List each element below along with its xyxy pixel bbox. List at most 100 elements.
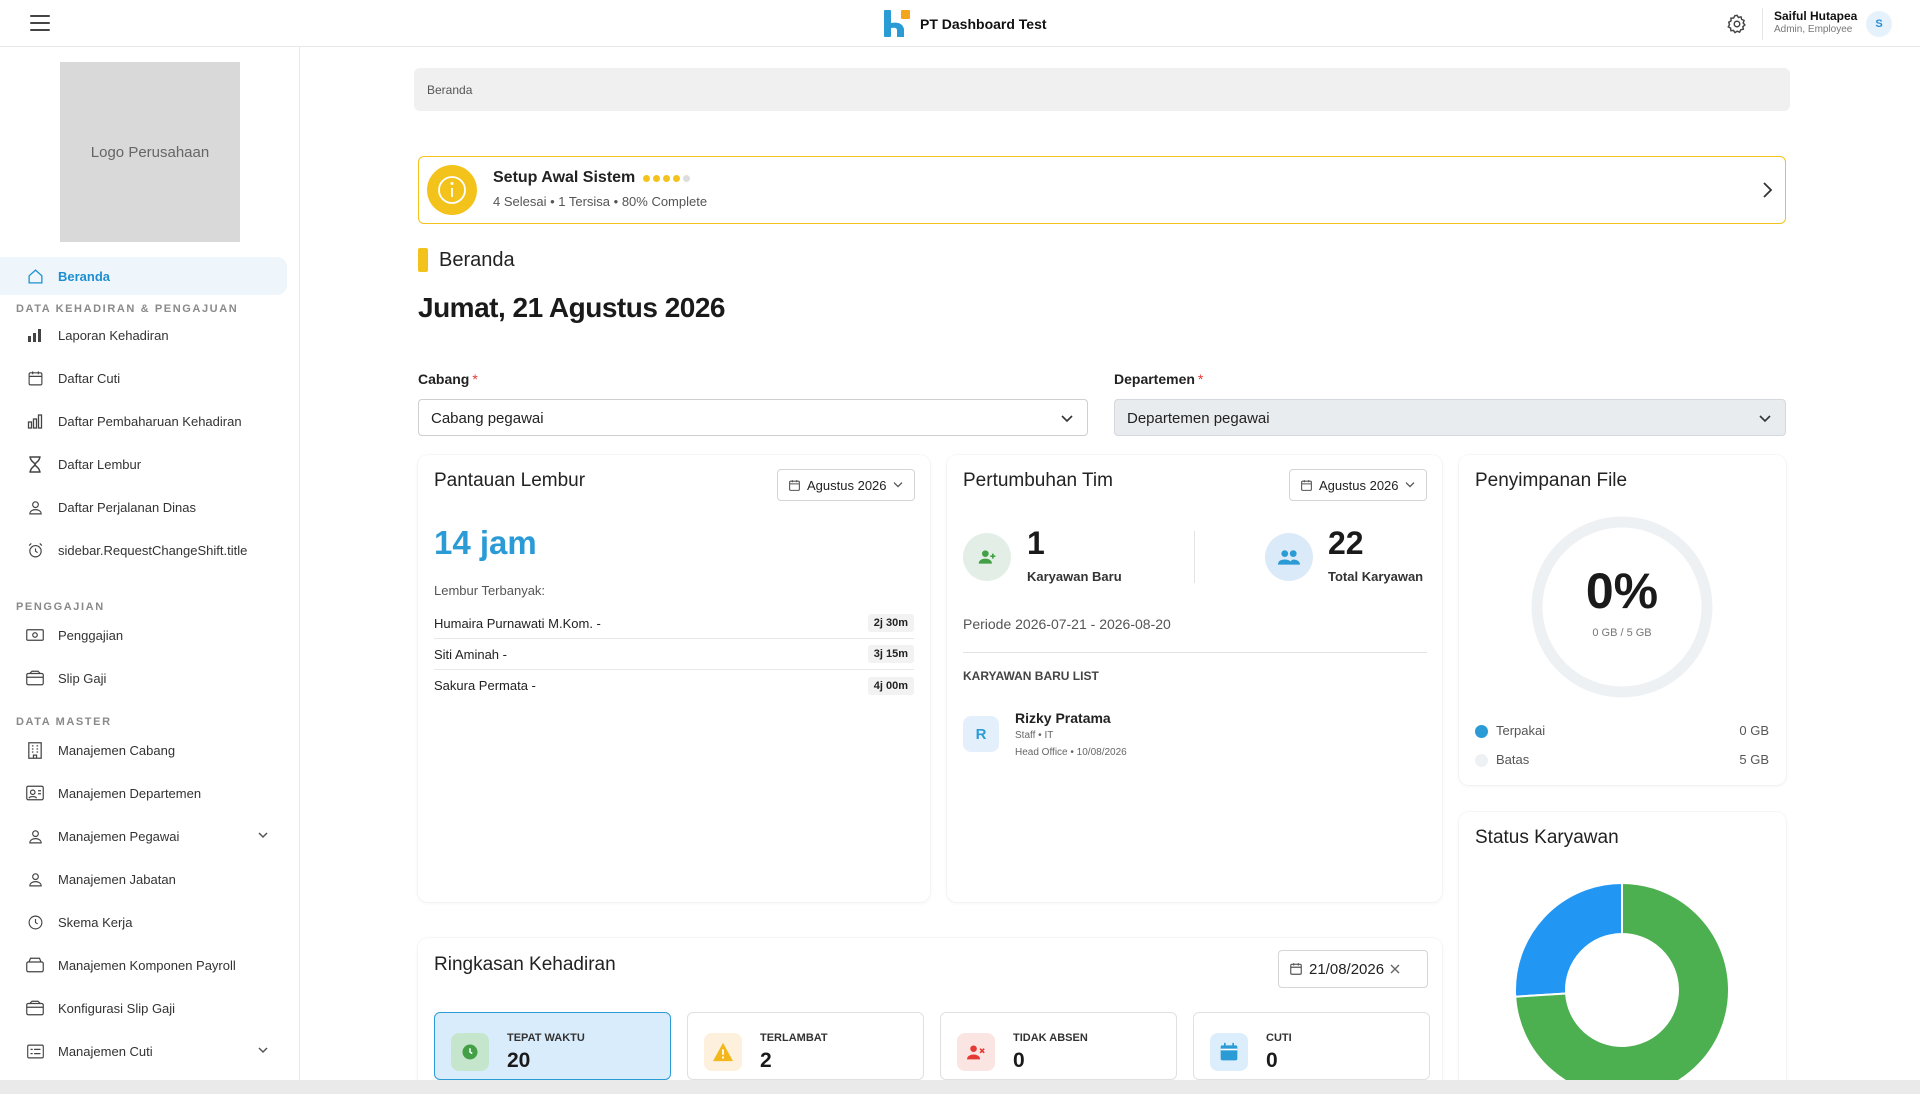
id-card-icon: [26, 784, 44, 802]
duration-badge: 4j 00m: [867, 676, 914, 695]
employee-status-donut-chart: [1514, 882, 1730, 1080]
overtime-title: Pantauan Lembur: [434, 470, 586, 491]
sidebar-item-label: Beranda: [58, 268, 111, 284]
branch-label: Cabang *: [418, 371, 478, 387]
sidebar-item-label: sidebar.RequestChangeShift.title: [58, 542, 248, 558]
sidebar-item-daftar-lembur[interactable]: Daftar Lembur: [0, 445, 287, 483]
donut-slice-1[interactable]: [1514, 882, 1623, 998]
sidebar-item-konfigurasi-slip-gaji[interactable]: Konfigurasi Slip Gaji: [0, 989, 287, 1027]
page-title-date: Jumat, 21 Agustus 2026: [418, 292, 725, 323]
sidebar-item-beranda[interactable]: Beranda: [0, 257, 287, 295]
overtime-top-label: Lembur Terbanyak:: [434, 583, 546, 598]
nav-section-title: DATA KEHADIRAN & PENGAJUAN: [16, 303, 239, 315]
attendance-card-value: 20: [507, 1049, 531, 1072]
warning-icon: [704, 1033, 742, 1071]
sidebar-item-slip-gaji[interactable]: Slip Gaji: [0, 659, 287, 697]
chevron-down-icon[interactable]: [257, 1044, 269, 1056]
attendance-card-label: CUTI: [1266, 1032, 1292, 1044]
team-growth-title: Pertumbuhan Tim: [963, 470, 1113, 491]
total-employee-label: Total Karyawan: [1328, 569, 1424, 584]
sidebar-item-manajemen-jabatan[interactable]: Manajemen Jabatan: [0, 860, 287, 898]
user-info[interactable]: Saiful Hutapea Admin, Employee: [1774, 9, 1857, 35]
sidebar-item-penggajian[interactable]: Penggajian: [0, 616, 287, 654]
sidebar-item-request-change-shift[interactable]: sidebar.RequestChangeShift.title: [0, 531, 287, 569]
wallet-icon: [26, 999, 44, 1017]
sidebar-item-daftar-cuti[interactable]: Daftar Cuti: [0, 359, 287, 397]
brand-logo-icon: [884, 10, 910, 37]
top-bar: PT Dashboard Test Saiful Hutapea Admin, …: [0, 0, 1920, 47]
calendar-icon: [1300, 479, 1313, 492]
building-icon: [26, 741, 44, 759]
sidebar-item-laporan-kehadiran[interactable]: Laporan Kehadiran: [0, 316, 287, 354]
attendance-card-value: 0: [1266, 1049, 1278, 1072]
breadcrumb: Beranda: [414, 68, 1790, 111]
company-logo-placeholder: Logo Perusahaan: [60, 62, 240, 242]
user-plus-icon: [963, 533, 1011, 581]
chevron-right-icon[interactable]: [1761, 181, 1773, 199]
employee-meta: Head Office • 10/08/2026: [1015, 747, 1127, 758]
sidebar-item-label: Skema Kerja: [58, 914, 133, 930]
attendance-card-leave[interactable]: CUTI 0: [1193, 1012, 1430, 1080]
sidebar-item-label: Konfigurasi Slip Gaji: [58, 1000, 176, 1016]
sidebar-item-label: Manajemen Departemen: [58, 785, 202, 801]
list-item: Sakura Permata - 4j 00m: [434, 670, 914, 701]
info-icon: [427, 165, 477, 215]
calendar-icon: [26, 369, 44, 387]
alarm-icon: [26, 541, 44, 559]
sidebar-item-manajemen-cuti[interactable]: Manajemen Cuti: [0, 1032, 287, 1070]
setup-progress-dots: [643, 174, 691, 182]
chevron-down-icon[interactable]: [257, 829, 269, 841]
setup-banner[interactable]: Setup Awal Sistem 4 Selesai • 1 Tersisa …: [418, 156, 1786, 224]
employee-name[interactable]: Rizky Pratama: [1015, 710, 1111, 726]
sidebar-item-manajemen-cabang[interactable]: Manajemen Cabang: [0, 731, 287, 769]
sidebar-item-skema-kerja[interactable]: Skema Kerja: [0, 903, 287, 941]
chevron-down-icon: [1405, 481, 1415, 489]
sidebar-item-label: Manajemen Jabatan: [58, 871, 176, 887]
brand-title: PT Dashboard Test: [920, 16, 1047, 32]
team-growth-card: Pertumbuhan Tim Agustus 2026 1 Karyawan …: [947, 455, 1442, 902]
sidebar-item-label: Daftar Cuti: [58, 370, 121, 386]
team-growth-month-select[interactable]: Agustus 2026: [1289, 469, 1427, 501]
person-icon: [26, 870, 44, 888]
attendance-card-label: TEPAT WAKTU: [507, 1032, 585, 1044]
clear-icon[interactable]: [1390, 964, 1400, 974]
person-icon: [26, 827, 44, 845]
calendar-icon: [1210, 1033, 1248, 1071]
list-icon: [26, 1042, 44, 1060]
settings-gear-icon[interactable]: [1726, 13, 1748, 35]
brand[interactable]: PT Dashboard Test: [882, 9, 1047, 39]
list-item: Humaira Purnawati M.Kom. - 2j 30m: [434, 608, 914, 639]
chart-icon: [26, 412, 44, 430]
attendance-card-absent[interactable]: TIDAK ABSEN 0: [940, 1012, 1177, 1080]
storage-usage: 0 GB / 5 GB: [1592, 627, 1652, 639]
sidebar-item-manajemen-departemen[interactable]: Manajemen Departemen: [0, 774, 287, 812]
attendance-card-late[interactable]: TERLAMBAT 2: [687, 1012, 924, 1080]
sidebar-item-label: Slip Gaji: [58, 670, 107, 686]
menu-toggle-icon[interactable]: [30, 15, 50, 31]
attendance-date-picker[interactable]: 21/08/2026: [1278, 950, 1428, 988]
total-employee-count: 22: [1328, 525, 1364, 561]
setup-title: Setup Awal Sistem: [493, 169, 636, 186]
person-icon: [26, 498, 44, 516]
horizontal-scrollbar[interactable]: [0, 1080, 1920, 1094]
money-icon: [26, 626, 44, 644]
chevron-down-icon: [1759, 414, 1771, 424]
bar-chart-icon: [26, 326, 44, 344]
sidebar-item-manajemen-pegawai[interactable]: Manajemen Pegawai: [0, 817, 287, 855]
calendar-icon: [788, 479, 801, 492]
legend-item: Terpakai 0 GB: [1475, 723, 1769, 739]
sidebar-item-label: Manajemen Pegawai: [58, 828, 180, 844]
clock-icon: [26, 913, 44, 931]
sidebar-item-daftar-pembaharuan-kehadiran[interactable]: Daftar Pembaharuan Kehadiran: [0, 402, 287, 440]
sidebar-item-daftar-perjalanan-dinas[interactable]: Daftar Perjalanan Dinas: [0, 488, 287, 526]
chevron-down-icon: [893, 481, 903, 489]
avatar: R: [963, 716, 999, 752]
department-select[interactable]: Departemen pegawai: [1114, 399, 1786, 436]
sidebar-item-label: Laporan Kehadiran: [58, 327, 169, 343]
attendance-card-on-time[interactable]: TEPAT WAKTU 20: [434, 1012, 671, 1080]
branch-select[interactable]: Cabang pegawai: [418, 399, 1088, 436]
avatar[interactable]: S: [1866, 11, 1892, 37]
nav-section-title: PENGGAJIAN: [16, 601, 105, 613]
overtime-month-select[interactable]: Agustus 2026: [777, 469, 915, 501]
sidebar-item-manajemen-komponen-payroll[interactable]: Manajemen Komponen Payroll: [0, 946, 287, 984]
